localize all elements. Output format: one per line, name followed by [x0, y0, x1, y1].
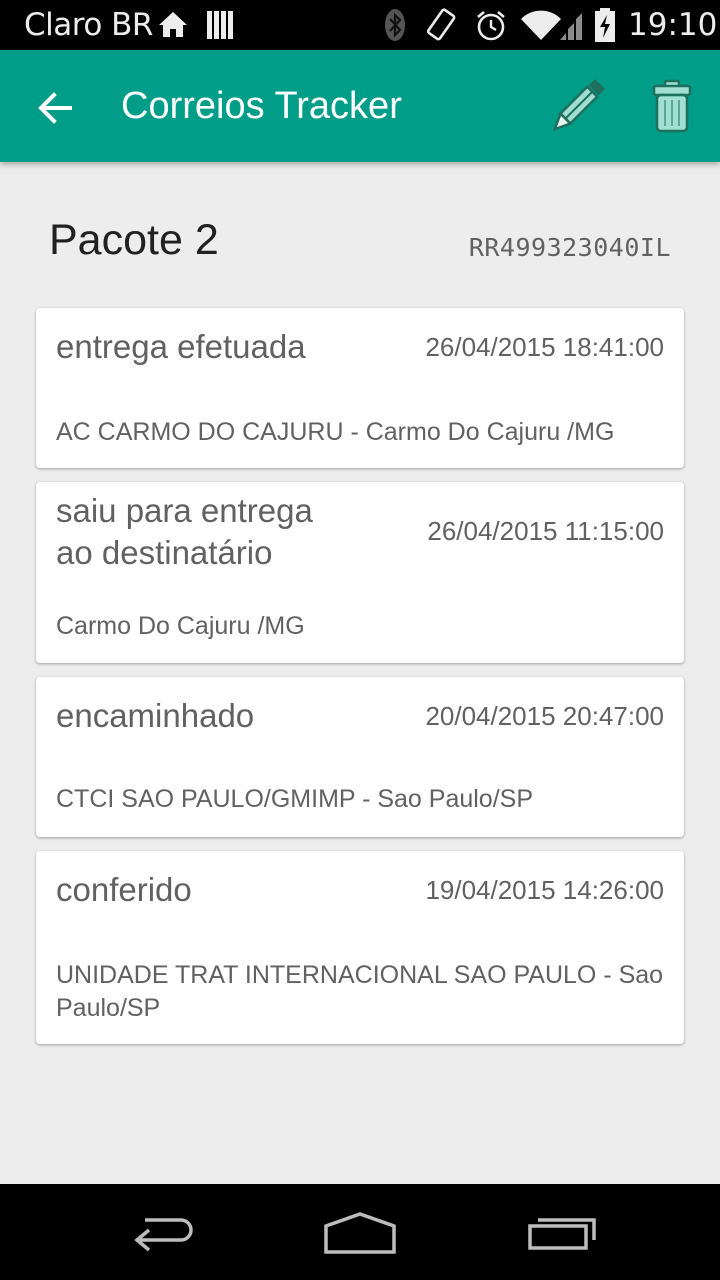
nav-recents-button[interactable]: [524, 1200, 600, 1256]
navigation-bar: [0, 1184, 720, 1280]
event-status: encaminhado: [56, 697, 255, 734]
screen-rotation-icon: [425, 8, 459, 47]
home-icon: [157, 10, 189, 43]
nav-back-icon: [134, 1218, 193, 1252]
pencil-icon: [552, 79, 605, 132]
back-button[interactable]: [30, 84, 80, 134]
delete-button[interactable]: [648, 76, 696, 140]
nav-home-icon: [324, 1212, 396, 1254]
nav-back-button[interactable]: [125, 1202, 197, 1258]
tracking-event-card[interactable]: encaminhado 20/04/2015 20:47:00 CTCI SAO…: [36, 677, 684, 837]
event-status: entrega efetuada: [56, 328, 306, 365]
package-name: Pacote 2: [49, 216, 219, 264]
event-date: 26/04/2015 18:41:00: [425, 332, 664, 362]
clock-time: 19:10: [628, 7, 718, 43]
event-date: 26/04/2015 11:15:00: [427, 516, 664, 546]
nav-recents-icon: [528, 1218, 596, 1250]
event-location: CTCI SAO PAULO/GMIMP - Sao Paulo/SP: [56, 785, 534, 813]
event-status: saiu para entrega ao destinatário: [56, 492, 313, 571]
event-location: AC CARMO DO CAJURU - Carmo Do Cajuru /MG: [56, 418, 615, 446]
battery-icon: [594, 8, 616, 47]
trash-icon: [652, 79, 692, 133]
app-title: Correios Tracker: [121, 85, 402, 127]
tracking-event-card[interactable]: entrega efetuada 26/04/2015 18:41:00 AC …: [36, 308, 684, 468]
wifi-icon: [520, 9, 586, 46]
status-bar: Claro BR 19:10: [0, 0, 720, 50]
edit-button[interactable]: [544, 76, 608, 140]
event-location: UNIDADE TRAT INTERNACIONAL SAO PAULO - S…: [56, 961, 664, 1022]
signal-bars-icon: [207, 11, 233, 44]
back-arrow-icon: [38, 92, 72, 124]
bluetooth-icon: [384, 8, 406, 47]
tracking-event-card[interactable]: saiu para entrega ao destinatário 26/04/…: [36, 482, 684, 663]
event-date: 20/04/2015 20:47:00: [425, 701, 664, 731]
carrier-name: Claro BR: [24, 7, 153, 43]
app-bar: Correios Tracker: [0, 50, 720, 162]
alarm-icon: [474, 9, 508, 48]
nav-home-button[interactable]: [320, 1200, 400, 1258]
tracking-event-card[interactable]: conferido 19/04/2015 14:26:00 UNIDADE TR…: [36, 851, 684, 1044]
event-location: Carmo Do Cajuru /MG: [56, 612, 305, 640]
event-status: conferido: [56, 871, 192, 908]
tracking-code: RR499323040IL: [468, 233, 671, 262]
event-date: 19/04/2015 14:26:00: [425, 875, 664, 905]
